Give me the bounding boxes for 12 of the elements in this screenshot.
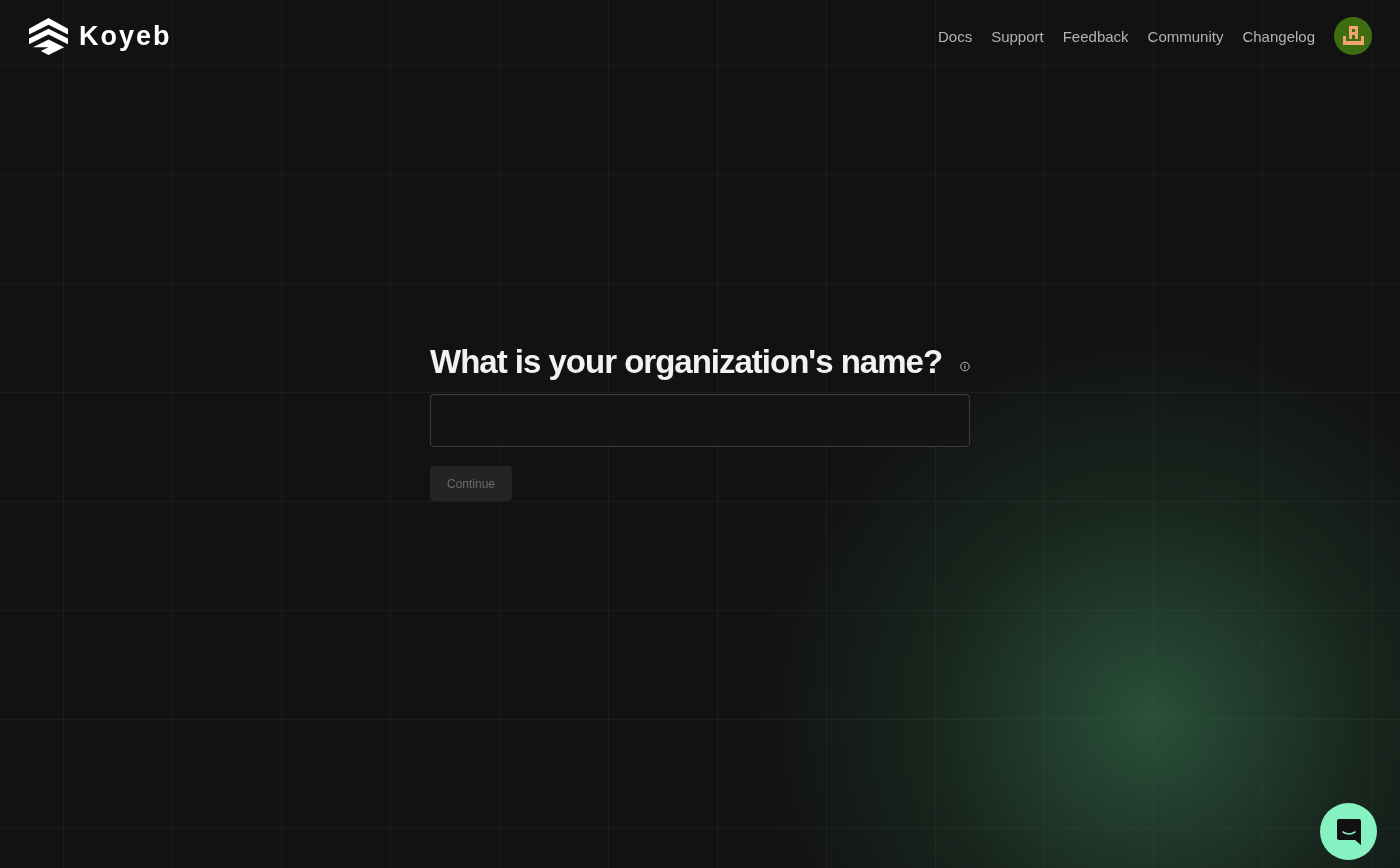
logo-icon[interactable] [29,17,68,55]
nav-link[interactable]: Support [991,27,1044,45]
organization-name-field[interactable] [430,394,970,447]
nav-link[interactable]: Changelog [1242,27,1315,45]
avatar-icon[interactable] [1334,17,1372,55]
nav-link[interactable]: Docs [937,27,973,45]
question-heading: What is your organization's name? [430,342,943,382]
brand-name[interactable]: Koyeb [79,20,172,52]
nav-link[interactable]: Feedback [1062,27,1129,45]
nav-link[interactable]: Community [1147,27,1224,45]
chat-button[interactable] [1320,803,1377,860]
chat-icon [1335,817,1362,846]
